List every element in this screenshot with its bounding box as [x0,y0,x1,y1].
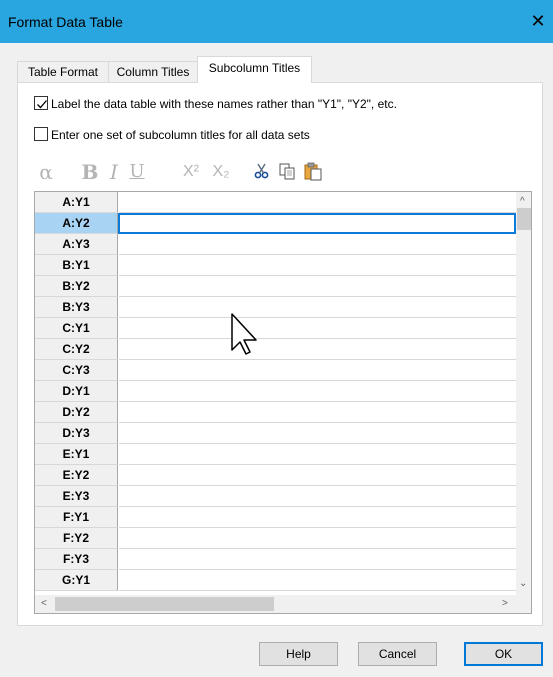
window-title: Format Data Table [8,14,123,30]
row-header[interactable]: B:Y2 [35,276,118,297]
checkbox-box[interactable] [34,127,48,141]
subcolumn-title-cell[interactable] [119,318,516,339]
table-row[interactable]: F:Y2 [35,528,516,549]
subcolumn-titles-table: A:Y1 A:Y2 A:Y3 B:Y1 B:Y2 B:Y3 C:Y1 C:Y2 C:Y3 D:Y1… [34,191,532,614]
row-header[interactable]: A:Y1 [35,192,118,213]
format-toolbar: α B I U X² X₂ [38,160,358,186]
checkbox-label: Enter one set of subcolumn titles for al… [51,128,310,142]
subcolumn-title-cell[interactable] [119,339,516,360]
vertical-scrollbar[interactable]: ^ ⌄ [516,192,531,595]
horizontal-scrollbar[interactable]: < > [35,595,516,613]
row-header[interactable]: A:Y2 [35,213,118,234]
title-bar: Format Data Table ✕ [0,0,553,43]
subcolumn-title-cell[interactable] [119,192,516,213]
tab-table-format[interactable]: Table Format [17,61,109,83]
scroll-corner [516,595,531,613]
row-header[interactable]: F:Y2 [35,528,118,549]
table-row[interactable]: G:Y1 [35,570,516,591]
subscript-button[interactable]: X₂ [209,160,233,186]
tab-label: Table Format [27,65,99,79]
subcolumn-title-cell[interactable] [119,423,516,444]
table-row[interactable]: F:Y3 [35,549,516,570]
row-header[interactable]: B:Y3 [35,297,118,318]
mouse-cursor-icon [231,313,257,355]
ok-button[interactable]: OK [464,642,543,666]
tab-label: Column Titles [116,65,190,79]
row-header[interactable]: C:Y1 [35,318,118,339]
table-row[interactable]: D:Y1 [35,381,516,402]
row-header[interactable]: A:Y3 [35,234,118,255]
tab-subcolumn-titles[interactable]: Subcolumn Titles [197,56,312,83]
scroll-right-icon[interactable]: > [502,598,508,609]
row-header[interactable]: F:Y1 [35,507,118,528]
row-header[interactable]: E:Y2 [35,465,118,486]
subcolumn-title-cell[interactable] [119,402,516,423]
table-row[interactable]: F:Y1 [35,507,516,528]
checkbox-box[interactable] [34,96,48,110]
subcolumn-title-cell[interactable] [119,528,516,549]
tab-column-titles[interactable]: Column Titles [108,61,198,83]
row-header[interactable]: D:Y1 [35,381,118,402]
horizontal-scroll-thumb[interactable] [55,597,274,611]
table-row[interactable]: D:Y2 [35,402,516,423]
superscript-button[interactable]: X² [178,160,204,186]
table-row[interactable]: D:Y3 [35,423,516,444]
subcolumn-title-cell[interactable] [119,486,516,507]
table-row[interactable]: E:Y2 [35,465,516,486]
table-row[interactable]: A:Y1 [35,192,516,213]
row-header[interactable]: D:Y3 [35,423,118,444]
table-row[interactable]: B:Y3 [35,297,516,318]
tab-label: Subcolumn Titles [208,61,301,75]
subcolumn-title-cell[interactable] [119,276,516,297]
subcolumn-title-cell[interactable] [119,297,516,318]
row-header[interactable]: E:Y3 [35,486,118,507]
row-header[interactable]: G:Y1 [35,570,118,591]
subcolumn-title-cell[interactable] [119,549,516,570]
table-row[interactable]: C:Y1 [35,318,516,339]
table-row[interactable]: E:Y1 [35,444,516,465]
cut-icon[interactable] [254,160,270,186]
table-row[interactable]: B:Y2 [35,276,516,297]
table-row[interactable]: A:Y3 [35,234,516,255]
copy-icon[interactable] [278,160,296,186]
label-names-checkbox[interactable]: Label the data table with these names ra… [34,96,504,112]
alpha-button[interactable]: α [38,160,54,186]
table-row[interactable]: C:Y3 [35,360,516,381]
table-row[interactable]: B:Y1 [35,255,516,276]
subcolumn-title-cell[interactable] [119,255,516,276]
table-row[interactable]: E:Y3 [35,486,516,507]
vertical-scroll-thumb[interactable] [517,208,531,230]
row-header[interactable]: E:Y1 [35,444,118,465]
subcolumn-title-cell[interactable] [118,213,516,234]
subcolumn-title-cell[interactable] [119,381,516,402]
underline-button[interactable]: U [129,160,145,186]
scroll-down-icon[interactable]: ⌄ [519,578,527,589]
subcolumn-title-cell[interactable] [119,360,516,381]
checkmark-icon [37,100,47,109]
subcolumn-title-cell[interactable] [119,234,516,255]
row-header[interactable]: F:Y3 [35,549,118,570]
subcolumn-title-cell[interactable] [119,444,516,465]
italic-button[interactable]: I [107,160,121,186]
row-header[interactable]: B:Y1 [35,255,118,276]
row-header[interactable]: C:Y3 [35,360,118,381]
checkbox-label: Label the data table with these names ra… [51,97,397,111]
bold-button[interactable]: B [81,160,99,186]
subcolumn-title-cell[interactable] [119,507,516,528]
subcolumn-title-cell[interactable] [119,465,516,486]
row-header[interactable]: D:Y2 [35,402,118,423]
one-set-checkbox[interactable]: Enter one set of subcolumn titles for al… [34,127,504,143]
row-header[interactable]: C:Y2 [35,339,118,360]
table-row[interactable]: A:Y2 [35,213,516,234]
close-button[interactable]: ✕ [525,8,551,34]
paste-icon[interactable] [304,160,322,186]
subcolumn-title-cell[interactable] [119,570,516,591]
help-button[interactable]: Help [259,642,338,666]
scroll-up-icon[interactable]: ^ [520,196,525,207]
table-row[interactable]: C:Y2 [35,339,516,360]
cancel-button[interactable]: Cancel [358,642,437,666]
scroll-left-icon[interactable]: < [41,598,47,609]
